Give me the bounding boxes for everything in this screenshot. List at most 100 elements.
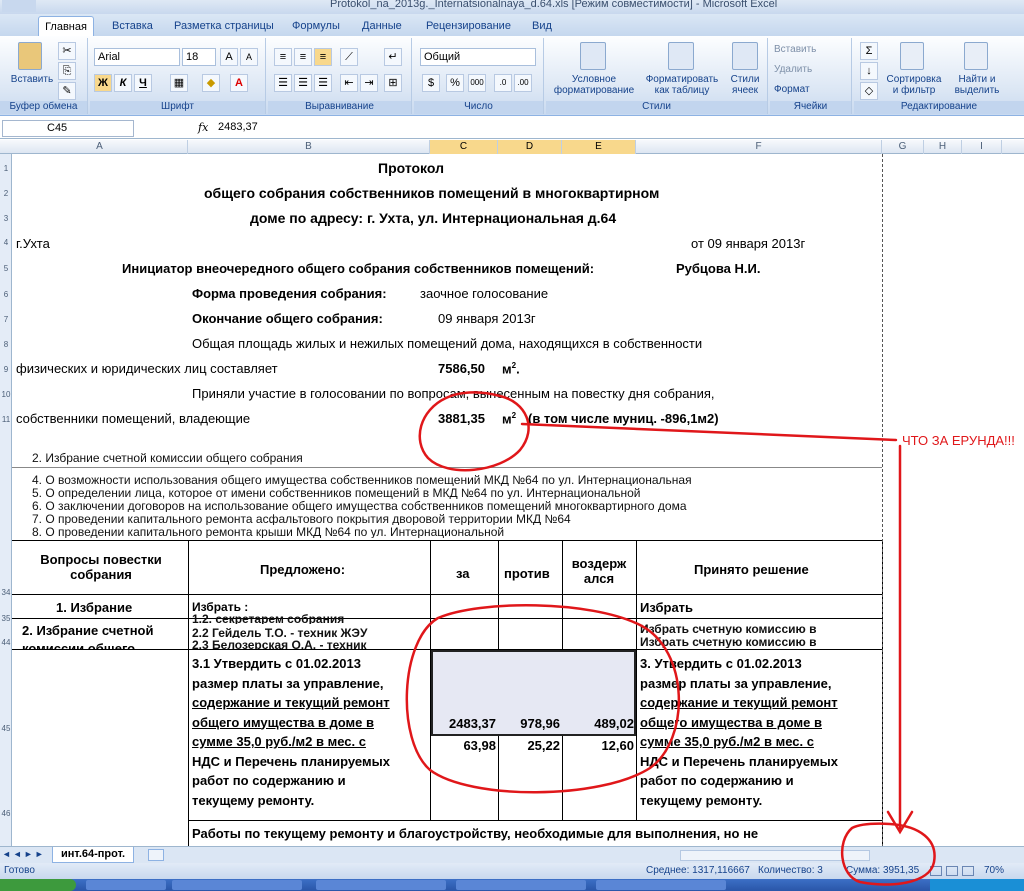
tab-data[interactable]: Данные xyxy=(358,16,406,36)
col-header-a[interactable]: A xyxy=(12,140,188,154)
align-left-icon[interactable]: ☰ xyxy=(274,74,292,92)
col-header-f[interactable]: F xyxy=(636,140,882,154)
tab-insert[interactable]: Вставка xyxy=(108,16,157,36)
col-header-e[interactable]: E xyxy=(562,140,636,154)
tab-page-layout[interactable]: Разметка страницы xyxy=(170,16,278,36)
new-sheet-icon[interactable] xyxy=(148,849,164,861)
fill-icon[interactable]: ↓ xyxy=(860,62,878,80)
row-header[interactable]: 3 xyxy=(0,214,12,223)
worksheet[interactable]: Протокол общего собрания собственников п… xyxy=(12,154,1024,862)
format-as-table-button[interactable]: Форматировать как таблицу xyxy=(642,74,722,96)
taskbar-item[interactable] xyxy=(86,880,166,890)
align-right-icon[interactable]: ☰ xyxy=(314,74,332,92)
formula-input[interactable]: 2483,37 xyxy=(218,121,258,133)
align-center-icon[interactable]: ☰ xyxy=(294,74,312,92)
decrease-indent-icon[interactable]: ⇤ xyxy=(340,74,358,92)
underline-button[interactable]: Ч xyxy=(134,74,152,92)
row-header[interactable]: 6 xyxy=(0,290,12,299)
row-header[interactable]: 7 xyxy=(0,315,12,324)
tab-formulas[interactable]: Формулы xyxy=(288,16,344,36)
vote-abstain-area[interactable]: 489,02 xyxy=(564,716,634,731)
row-header[interactable]: 46 xyxy=(0,809,12,818)
name-box[interactable]: C45 xyxy=(2,120,134,137)
font-size-select[interactable]: 18 xyxy=(182,48,216,66)
vote-for-percent[interactable]: 63,98 xyxy=(432,738,496,753)
row-header[interactable]: 34 xyxy=(0,588,12,597)
increase-indent-icon[interactable]: ⇥ xyxy=(360,74,378,92)
cell-styles-button[interactable]: Стили ячеек xyxy=(724,74,766,96)
sort-filter-button[interactable]: Сортировка и фильтр xyxy=(884,74,944,96)
taskbar-item[interactable] xyxy=(596,880,726,890)
col-header-c[interactable]: C xyxy=(430,140,498,154)
fill-color-icon[interactable]: ◆ xyxy=(202,74,220,92)
page-layout-view-icon[interactable] xyxy=(946,866,958,876)
shrink-font-icon[interactable]: A xyxy=(240,48,258,66)
grow-font-icon[interactable]: A xyxy=(220,48,238,66)
row-header[interactable]: 11 xyxy=(0,415,12,424)
tab-review[interactable]: Рецензирование xyxy=(422,16,515,36)
merge-cells-icon[interactable]: ⊞ xyxy=(384,74,402,92)
row-header[interactable]: 1 xyxy=(0,164,12,173)
zoom-level[interactable]: 70% xyxy=(984,863,1004,879)
row-header[interactable]: 45 xyxy=(0,724,12,733)
initiator-name: Рубцова Н.И. xyxy=(676,261,761,276)
quick-access-toolbar[interactable] xyxy=(2,0,36,12)
tab-home[interactable]: Главная xyxy=(38,16,94,36)
col-header-d[interactable]: D xyxy=(498,140,562,154)
vote-against-percent[interactable]: 25,22 xyxy=(500,738,560,753)
align-bottom-icon[interactable]: ≡ xyxy=(314,48,332,66)
italic-button[interactable]: К xyxy=(114,74,132,92)
row-header[interactable]: 35 xyxy=(0,614,12,623)
increase-decimal-icon[interactable]: .0 xyxy=(494,74,512,92)
vote-abstain-percent[interactable]: 12,60 xyxy=(564,738,634,753)
font-color-icon[interactable]: A xyxy=(230,74,248,92)
currency-icon[interactable]: $ xyxy=(422,74,440,92)
row-header[interactable]: 44 xyxy=(0,638,12,647)
paste-button[interactable]: Вставить xyxy=(4,74,60,85)
delete-cells-button[interactable]: Удалить xyxy=(774,64,848,75)
cut-icon[interactable]: ✂ xyxy=(58,42,76,60)
vote-for-area[interactable]: 2483,37 xyxy=(432,716,496,731)
vote-against-area[interactable]: 978,96 xyxy=(500,716,560,731)
align-top-icon[interactable]: ≡ xyxy=(274,48,292,66)
start-button[interactable] xyxy=(0,879,76,891)
taskbar-item[interactable] xyxy=(456,880,586,890)
col-header-g[interactable]: G xyxy=(882,140,924,154)
format-painter-icon[interactable]: ✎ xyxy=(58,82,76,100)
row-header[interactable]: 4 xyxy=(0,238,12,247)
thousands-icon[interactable]: 000 xyxy=(468,74,486,92)
font-name-select[interactable]: Arial xyxy=(94,48,180,66)
number-format-select[interactable]: Общий xyxy=(420,48,536,66)
percent-icon[interactable]: % xyxy=(446,74,464,92)
format-cells-button[interactable]: Формат xyxy=(774,84,848,95)
insert-cells-button[interactable]: Вставить xyxy=(774,44,848,55)
sheet-nav-icon[interactable]: ◄◄►► xyxy=(2,849,46,859)
row-header[interactable]: 9 xyxy=(0,365,12,374)
fx-icon[interactable]: fx xyxy=(198,121,208,134)
page-break-view-icon[interactable] xyxy=(962,866,974,876)
row-header[interactable]: 10 xyxy=(0,390,12,399)
taskbar-item[interactable] xyxy=(316,880,446,890)
borders-icon[interactable]: ▦ xyxy=(170,74,188,92)
copy-icon[interactable]: ⎘ xyxy=(58,62,76,80)
autosum-icon[interactable]: Σ xyxy=(860,42,878,60)
wrap-text-icon[interactable]: ↵ xyxy=(384,48,402,66)
col-header-b[interactable]: B xyxy=(188,140,430,154)
clear-icon[interactable]: ◇ xyxy=(860,82,878,100)
col-header-i[interactable]: I xyxy=(962,140,1002,154)
col-header-h[interactable]: H xyxy=(924,140,962,154)
conditional-formatting-button[interactable]: Условное форматирование xyxy=(548,74,640,96)
row-header[interactable]: 5 xyxy=(0,264,12,273)
bold-button[interactable]: Ж xyxy=(94,74,112,92)
sheet-tab-active[interactable]: инт.64-прот. xyxy=(52,847,135,863)
taskbar-item[interactable] xyxy=(172,880,302,890)
row-header[interactable]: 2 xyxy=(0,189,12,198)
decrease-decimal-icon[interactable]: .00 xyxy=(514,74,532,92)
row-header[interactable]: 8 xyxy=(0,340,12,349)
orientation-icon[interactable]: ⟋ xyxy=(340,48,358,66)
normal-view-icon[interactable] xyxy=(930,866,942,876)
tab-view[interactable]: Вид xyxy=(528,16,556,36)
find-select-button[interactable]: Найти и выделить xyxy=(948,74,1006,96)
horizontal-scrollbar[interactable] xyxy=(680,850,870,861)
align-middle-icon[interactable]: ≡ xyxy=(294,48,312,66)
